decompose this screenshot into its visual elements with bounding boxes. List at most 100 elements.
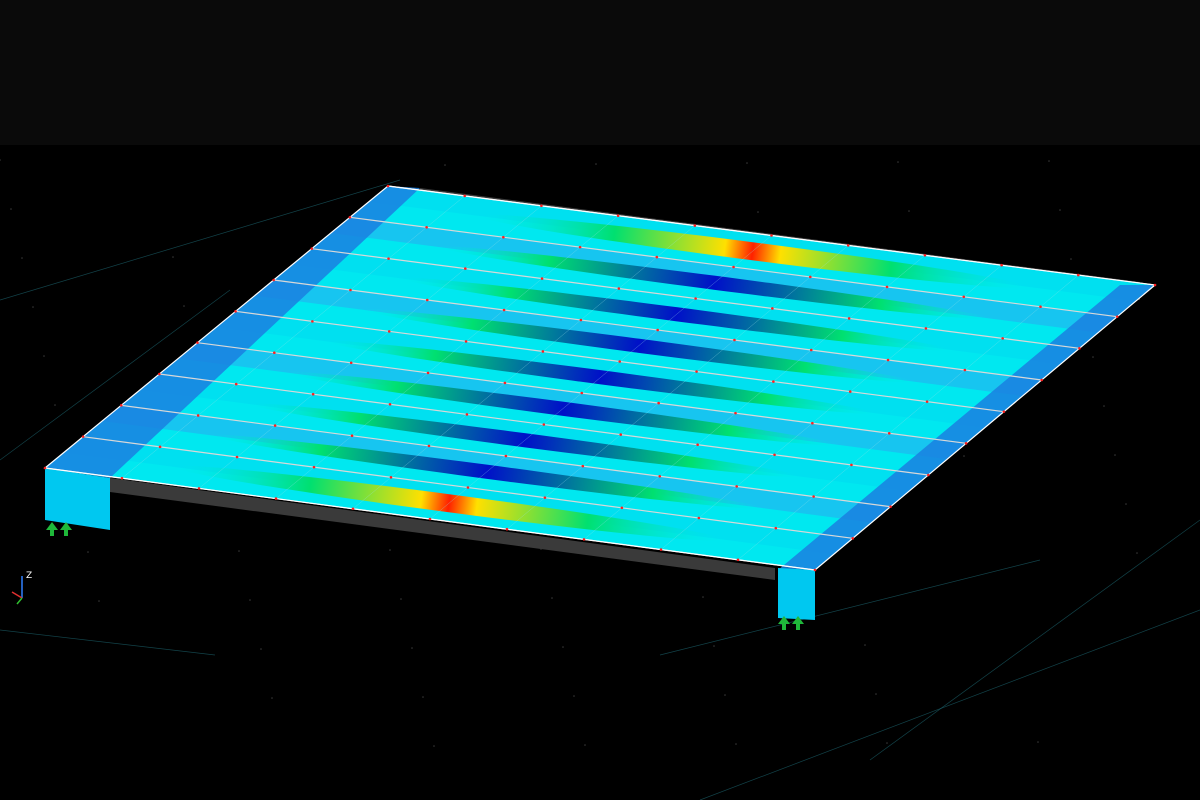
mesh-node — [657, 401, 660, 405]
mesh-node — [658, 474, 662, 478]
mesh-node — [81, 435, 85, 438]
mesh-node — [1077, 273, 1080, 277]
grid-dot — [183, 305, 185, 307]
grid-dot — [875, 693, 877, 695]
mesh-node — [349, 288, 352, 292]
mesh-node — [847, 317, 851, 320]
mesh-node — [581, 464, 585, 468]
grid-dot — [98, 600, 100, 602]
mesh-node — [311, 320, 314, 323]
grid-dot — [584, 744, 586, 746]
grid-dot — [864, 644, 866, 646]
mesh-node — [1000, 263, 1003, 267]
grid-dot — [713, 645, 715, 647]
grid-dot — [422, 696, 424, 698]
mesh-node — [274, 497, 278, 500]
mesh-node — [272, 278, 275, 282]
mesh-node — [465, 413, 469, 416]
mesh-node — [736, 558, 740, 562]
mesh-node — [694, 297, 697, 300]
right-end-block — [778, 568, 815, 620]
mesh-node — [846, 244, 850, 247]
grid-dot — [1103, 405, 1105, 407]
mesh-node — [812, 495, 815, 498]
grid-dot — [573, 695, 575, 697]
mesh-node — [1001, 337, 1004, 340]
mesh-node — [808, 275, 812, 279]
mesh-node — [962, 295, 966, 299]
mesh-node — [887, 431, 891, 435]
mesh-node — [964, 442, 968, 445]
mesh-node — [505, 527, 509, 531]
mesh-node — [425, 298, 429, 302]
grid-dot — [595, 163, 597, 165]
grid-dot — [271, 697, 273, 699]
mesh-node — [464, 340, 468, 343]
mesh-node — [889, 505, 892, 508]
grid-dot — [886, 742, 888, 744]
mesh-node — [963, 368, 967, 372]
mesh-node — [735, 485, 738, 488]
grid-dot — [433, 745, 435, 747]
grid-dot — [1136, 552, 1138, 554]
grid-dot — [757, 211, 759, 213]
mesh-node — [770, 234, 773, 237]
mesh-node — [693, 224, 697, 227]
grid-dot — [724, 694, 726, 696]
mesh-node — [388, 403, 392, 406]
mesh-node — [502, 235, 505, 239]
grid-dot — [1125, 503, 1127, 505]
grid-dot — [562, 646, 564, 648]
mesh-node — [273, 424, 277, 427]
mesh-node — [813, 568, 817, 572]
mesh-node — [733, 338, 736, 342]
mesh-node — [620, 506, 624, 510]
grid-dot — [32, 306, 34, 308]
grid-dot — [1037, 741, 1039, 743]
mesh-node — [425, 225, 428, 229]
mesh-node — [234, 382, 238, 386]
mesh-node — [579, 318, 583, 322]
left-end-block — [45, 468, 110, 530]
grid-dot — [411, 647, 413, 649]
mesh-node — [580, 391, 584, 395]
mesh-node — [618, 360, 622, 363]
mesh-node — [426, 371, 430, 375]
mesh-node — [428, 517, 432, 521]
mesh-node — [312, 465, 316, 469]
grid-dot — [1048, 160, 1050, 162]
grid-dot — [444, 164, 446, 166]
fe-results-viewport[interactable]: Z — [0, 0, 1200, 800]
mesh-node — [923, 254, 927, 257]
structure-3d-view[interactable]: Z — [0, 0, 1200, 800]
mesh-node — [542, 423, 546, 426]
viewport-top-band — [0, 0, 1200, 145]
mesh-node — [235, 455, 239, 459]
mesh-node — [1115, 315, 1119, 318]
mesh-node — [924, 327, 928, 330]
grid-dot — [21, 257, 23, 259]
grid-dot — [746, 162, 748, 164]
mesh-node — [504, 454, 508, 458]
grid-dot — [1059, 209, 1061, 211]
grid-dot — [897, 161, 899, 163]
mesh-node — [1078, 347, 1081, 350]
mesh-node — [349, 361, 353, 365]
grid-dot — [238, 550, 240, 552]
mesh-node — [541, 350, 545, 353]
mesh-node — [387, 257, 390, 260]
mesh-node — [811, 421, 814, 425]
mesh-node — [848, 390, 852, 393]
mesh-node — [387, 330, 391, 333]
mesh-node — [351, 507, 355, 511]
mesh-node — [851, 537, 855, 540]
mesh-node — [43, 466, 47, 470]
mesh-node — [464, 267, 467, 270]
mesh-node — [119, 404, 123, 407]
grid-dot — [551, 597, 553, 599]
grid-dot — [389, 549, 391, 551]
mesh-node — [196, 414, 200, 417]
mesh-node — [1039, 305, 1042, 309]
grid-dot — [908, 210, 910, 212]
mesh-node — [885, 285, 889, 289]
